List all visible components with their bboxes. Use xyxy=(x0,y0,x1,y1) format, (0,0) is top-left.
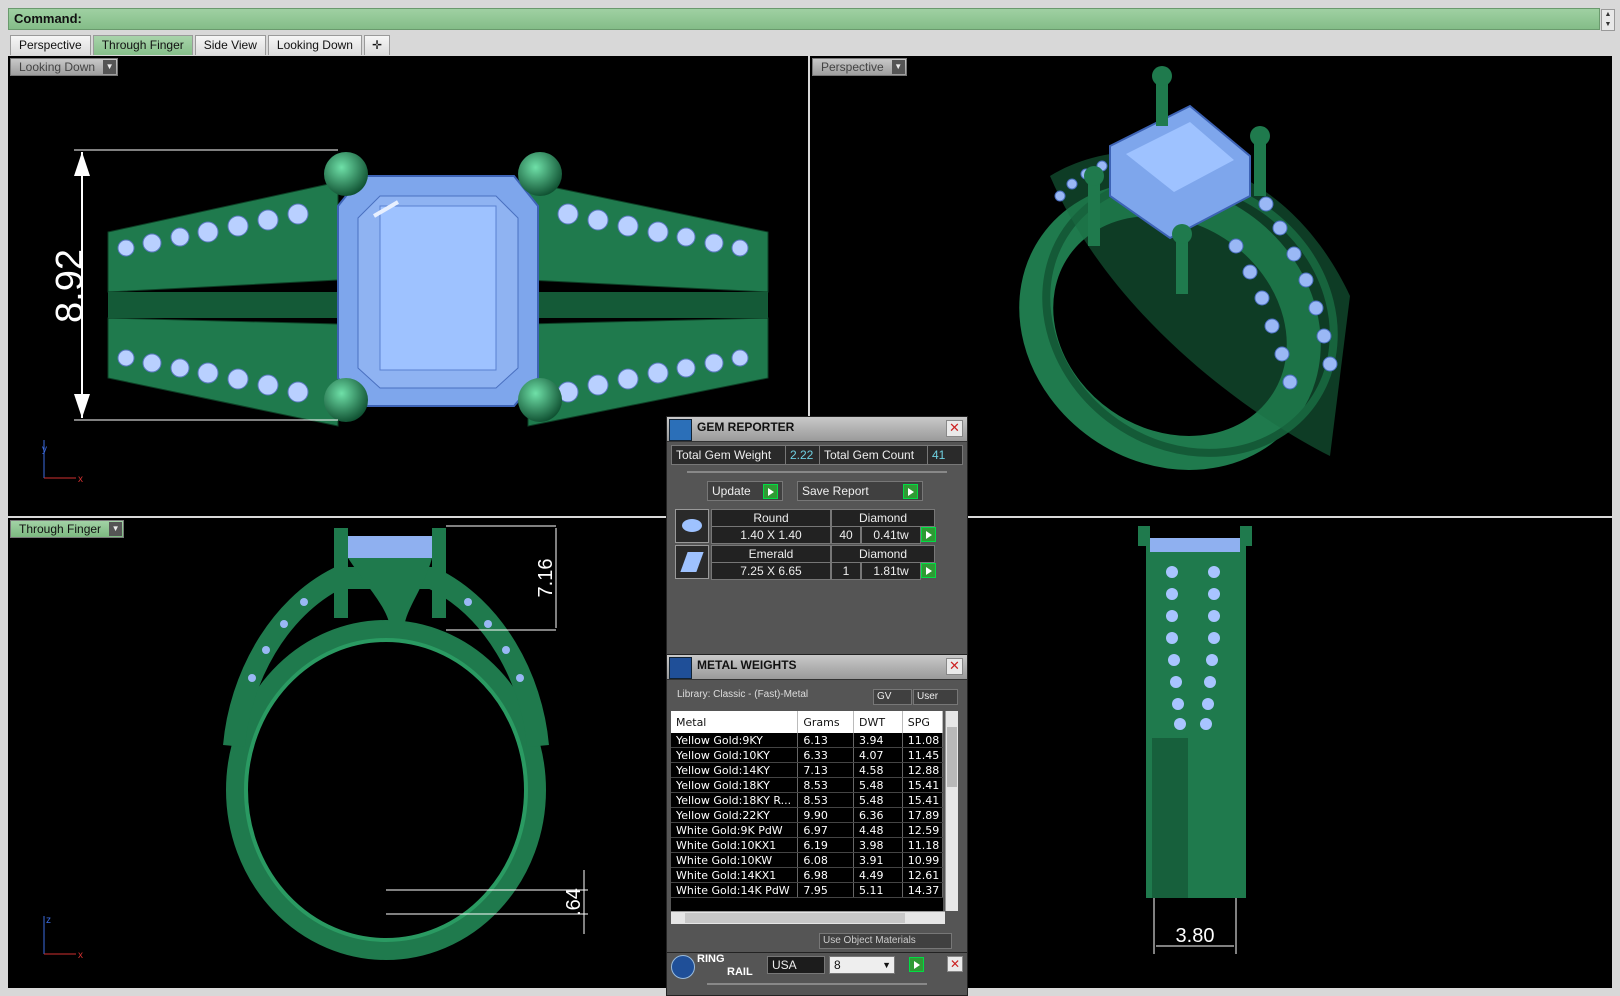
tab-looking-down[interactable]: Looking Down xyxy=(267,35,362,55)
scrollbar-thumb[interactable] xyxy=(947,727,957,787)
metal-weights-table: Metal Grams DWT SPG Yellow Gold:9KY 6.13 3… xyxy=(671,711,943,898)
dimension-label: 8.92 xyxy=(49,249,91,323)
dimension-top-label: 7.16 xyxy=(535,559,557,598)
gem-count: 1 xyxy=(831,562,861,580)
gem-size: 1.40 X 1.40 xyxy=(711,526,831,544)
table-row[interactable]: White Gold:10KW 6.08 3.91 10.99 xyxy=(671,852,943,868)
dimension-bottom-label: .64 xyxy=(563,888,585,916)
tab-side-view[interactable]: Side View xyxy=(194,35,266,55)
horizontal-scrollbar[interactable] xyxy=(671,911,945,924)
total-gem-count-value: 41 xyxy=(927,445,963,465)
scrollbar-thumb[interactable] xyxy=(685,913,905,923)
gem-row[interactable]: Round Diamond 1.40 X 1.40 40 0.41tw xyxy=(675,509,957,544)
apply-ring-size-button[interactable] xyxy=(909,957,924,972)
viewport-label-looking-down[interactable]: Looking Down ▼ xyxy=(10,58,119,76)
dropdown-arrow-icon[interactable]: ▼ xyxy=(891,60,905,74)
emerald-gem-icon xyxy=(675,545,709,579)
table-row[interactable]: White Gold:14K PdW 7.95 5.11 14.37 xyxy=(671,882,943,898)
splitter-handle[interactable] xyxy=(687,471,947,473)
table-row[interactable]: White Gold:14KX1 6.98 4.49 12.61 xyxy=(671,867,943,883)
command-bar[interactable]: Command: ▲ ▼ xyxy=(8,8,1615,31)
viewport-label-perspective[interactable]: Perspective ▼ xyxy=(812,58,907,76)
axis-z-label: z xyxy=(46,915,51,926)
gem-reporter-panel: GEM REPORTER ✕ Total Gem Weight 2.22 Tot… xyxy=(666,416,968,658)
user-toggle[interactable]: User xyxy=(913,689,958,705)
ring-rail-title: RING RAIL xyxy=(697,953,753,978)
gem-reporter-icon xyxy=(669,419,692,441)
command-scroll-spinner[interactable]: ▲ ▼ xyxy=(1601,9,1615,31)
gem-material: Diamond xyxy=(831,509,935,527)
gem-reporter-title: GEM REPORTER xyxy=(697,420,795,434)
column-header-dwt[interactable]: DWT xyxy=(853,711,903,733)
vertical-scrollbar[interactable] xyxy=(945,711,958,911)
close-icon[interactable]: ✕ xyxy=(946,420,963,437)
table-header-row: Metal Grams DWT SPG xyxy=(671,711,943,733)
round-gem-icon xyxy=(675,509,709,543)
tab-through-finger[interactable]: Through Finger xyxy=(92,35,193,55)
library-label: Library: Classic - (Fast)-Metal xyxy=(677,689,809,700)
gv-toggle[interactable]: GV xyxy=(873,689,912,705)
gem-shape: Emerald xyxy=(711,545,831,563)
total-gem-weight-value: 2.22 xyxy=(785,445,821,465)
play-icon xyxy=(763,484,778,499)
table-row[interactable]: Yellow Gold:9KY 6.13 3.94 11.08 xyxy=(671,733,943,748)
chevron-down-icon: ▼ xyxy=(882,960,891,970)
table-row[interactable]: Yellow Gold:18KY 8.53 5.48 15.41 xyxy=(671,777,943,793)
ring-rail-icon xyxy=(671,955,695,979)
gem-shape: Round xyxy=(711,509,831,527)
table-row[interactable]: White Gold:9K PdW 6.97 4.48 12.59 xyxy=(671,822,943,838)
column-header-metal[interactable]: Metal xyxy=(671,711,799,733)
dimension-label: 3.80 xyxy=(1176,925,1215,947)
command-label: Command: xyxy=(14,11,82,26)
viewport-label-through-finger[interactable]: Through Finger ▼ xyxy=(10,520,125,538)
ring-rail-panel: RING RAIL USA 8 ▼ ✕ xyxy=(666,952,968,996)
table-row[interactable]: Yellow Gold:10KY 6.33 4.07 11.45 xyxy=(671,747,943,763)
axis-y-label: y xyxy=(42,444,47,455)
gem-reporter-titlebar[interactable]: GEM REPORTER ✕ xyxy=(667,417,967,442)
ring-size-select[interactable]: 8 ▼ xyxy=(829,956,895,974)
plus-icon: ✛ xyxy=(371,38,382,52)
metal-weights-titlebar[interactable]: METAL WEIGHTS ✕ xyxy=(667,655,967,680)
gem-play-button[interactable] xyxy=(921,527,936,542)
gem-play-button[interactable] xyxy=(921,563,936,578)
update-button[interactable]: Update xyxy=(707,481,783,501)
save-report-button[interactable]: Save Report xyxy=(797,481,923,501)
metal-weights-panel: METAL WEIGHTS ✕ Library: Classic - (Fast… xyxy=(666,654,968,956)
column-header-grams[interactable]: Grams xyxy=(797,711,854,733)
gem-count: 40 xyxy=(831,526,861,544)
column-header-spg[interactable]: SPG xyxy=(902,711,943,733)
viewport-tabs: Perspective Through Finger Side View Loo… xyxy=(10,35,392,55)
gem-weight: 0.41tw xyxy=(861,526,921,544)
table-row[interactable]: Yellow Gold:18KY R... 8.53 5.48 15.41 xyxy=(671,792,943,808)
dropdown-arrow-icon[interactable]: ▼ xyxy=(103,60,117,74)
add-tab-button[interactable]: ✛ xyxy=(363,35,390,55)
gem-weight: 1.81tw xyxy=(861,562,921,580)
axis-x-label: x xyxy=(78,474,83,485)
dropdown-arrow-icon[interactable]: ▼ xyxy=(109,522,123,536)
metal-weights-title: METAL WEIGHTS xyxy=(697,658,797,672)
metal-weights-icon xyxy=(669,657,692,679)
gem-size: 7.25 X 6.65 xyxy=(711,562,831,580)
total-gem-weight-label: Total Gem Weight xyxy=(671,445,787,465)
axis-x-label: x xyxy=(78,950,83,961)
tab-perspective[interactable]: Perspective xyxy=(10,35,91,55)
gem-material: Diamond xyxy=(831,545,935,563)
ring-standard-select[interactable]: USA xyxy=(767,956,825,974)
table-row[interactable]: Yellow Gold:14KY 7.13 4.58 12.88 xyxy=(671,762,943,778)
table-row[interactable]: White Gold:10KX1 6.19 3.98 11.18 xyxy=(671,837,943,853)
metal-weights-table-wrap[interactable]: Metal Grams DWT SPG Yellow Gold:9KY 6.13 3… xyxy=(671,711,943,911)
splitter-handle[interactable] xyxy=(707,983,927,985)
use-object-materials-toggle[interactable]: Use Object Materials xyxy=(819,933,952,949)
play-icon xyxy=(903,484,918,499)
gem-row[interactable]: Emerald Diamond 7.25 X 6.65 1 1.81tw xyxy=(675,545,957,580)
close-icon[interactable]: ✕ xyxy=(947,956,963,972)
close-icon[interactable]: ✕ xyxy=(946,658,963,675)
total-gem-count-label: Total Gem Count xyxy=(819,445,929,465)
table-row[interactable]: Yellow Gold:22KY 9.90 6.36 17.89 xyxy=(671,807,943,823)
